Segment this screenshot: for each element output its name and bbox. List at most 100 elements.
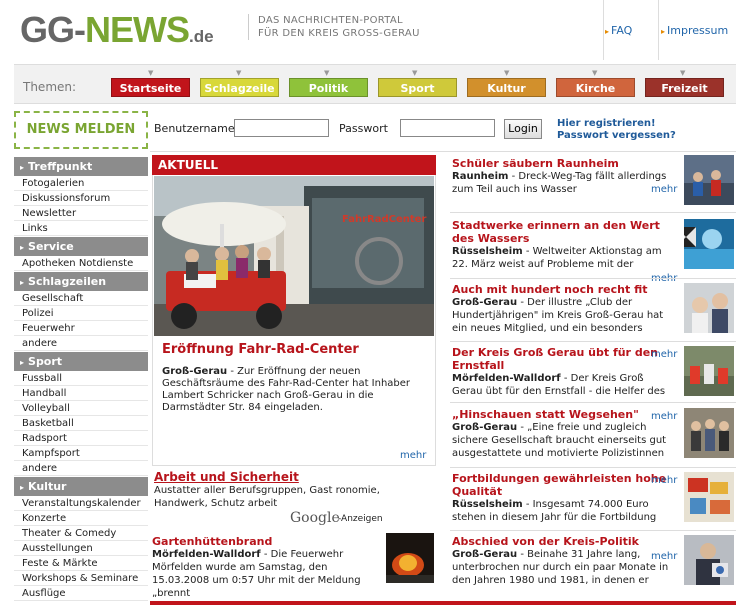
login-button[interactable]: Login	[504, 119, 542, 139]
sidebar-item[interactable]: Basketball	[14, 416, 148, 431]
impressum-link[interactable]: Impressum	[661, 24, 728, 37]
aktuell-photo[interactable]: FahrRadCenter	[154, 176, 434, 336]
themes-label: Themen:	[23, 80, 77, 94]
tab-marker-icon: ▼	[412, 69, 418, 77]
news-title[interactable]: Stadtwerke erinnern an den Wert des Wass…	[452, 219, 674, 245]
ad-title[interactable]: Arbeit und Sicherheit	[154, 470, 299, 484]
aktuell-title[interactable]: Eröffnung Fahr-Rad-Center	[162, 342, 359, 357]
logo-news: NEWS	[85, 9, 190, 50]
sidebar-item[interactable]: Gesellschaft	[14, 291, 148, 306]
tab-schlagzeile[interactable]: Schlagzeile	[200, 78, 279, 97]
site-logo[interactable]: GG-NEWS.de	[20, 10, 214, 57]
sidebar-item[interactable]: Fussball	[14, 371, 148, 386]
garten-text: Mörfelden-Walldorf - Die Feuerwehr Mörfe…	[152, 548, 382, 600]
tab-marker-icon: ▼	[236, 69, 242, 77]
news-thumbnail[interactable]	[684, 408, 734, 458]
news-thumbnail[interactable]	[684, 155, 734, 205]
news-thumbnail[interactable]	[684, 219, 734, 269]
news-mehr-link[interactable]: mehr	[651, 475, 677, 486]
sidebar-item[interactable]: Theater & Comedy	[14, 526, 148, 541]
header-divider	[603, 0, 604, 60]
aktuell-mehr-link[interactable]: mehr	[400, 450, 426, 461]
divider	[450, 467, 736, 468]
news-place: Raunheim	[452, 171, 509, 182]
bottom-bar	[150, 601, 736, 605]
sidebar-item[interactable]: Workshops & Seminare	[14, 571, 148, 586]
username-input[interactable]	[234, 119, 329, 137]
news-text: Raunheim - Dreck-Weg-Tag fällt allerding…	[452, 170, 672, 196]
ad-text[interactable]: Austatter aller Berufsgruppen, Gast rono…	[154, 484, 434, 510]
username-label: Benutzername	[154, 122, 235, 135]
sidebar-item[interactable]: Handball	[14, 386, 148, 401]
sidebar-category-service[interactable]: Service	[14, 237, 148, 256]
sidebar-item[interactable]: Feste & Märkte	[14, 556, 148, 571]
google-ads-label: -Anzeigen	[338, 514, 383, 524]
tab-marker-icon: ▼	[148, 69, 154, 77]
sidebar-item[interactable]: Newsletter	[14, 206, 148, 221]
divider	[450, 278, 736, 279]
tab-kultur[interactable]: Kultur	[467, 78, 546, 97]
news-thumbnail[interactable]	[684, 472, 734, 522]
sidebar-item[interactable]: Ausstellungen	[14, 541, 148, 556]
sidebar-item[interactable]: Ausflüge	[14, 586, 148, 601]
sidebar-item[interactable]: Radsport	[14, 431, 148, 446]
news-thumbnail[interactable]	[684, 535, 734, 585]
news-place: Groß-Gerau	[452, 297, 518, 308]
faq-link[interactable]: FAQ	[605, 24, 632, 37]
sidebar: Treffpunkt Fotogalerien Diskussionsforum…	[14, 156, 148, 601]
news-mehr-link[interactable]: mehr	[651, 349, 677, 360]
sidebar-category-schlagzeilen[interactable]: Schlagzeilen	[14, 272, 148, 291]
sidebar-category-kultur[interactable]: Kultur	[14, 477, 148, 496]
sidebar-item[interactable]: Kampfsport	[14, 446, 148, 461]
shop-sign: FahrRadCenter	[342, 214, 426, 225]
news-title[interactable]: „Hinschauen statt Wegsehen"	[452, 408, 674, 421]
tab-kirche[interactable]: Kirche	[556, 78, 635, 97]
aktuell-place: Groß-Gerau	[162, 366, 228, 377]
news-mehr-link[interactable]: mehr	[651, 551, 677, 562]
news-place: Rüsselsheim	[452, 499, 523, 510]
garten-title[interactable]: Gartenhüttenbrand	[152, 535, 272, 548]
news-title[interactable]: Schüler säubern Raunheim	[452, 157, 674, 170]
aktuell-text: Groß-Gerau - Zur Eröffnung der neuen Ges…	[162, 366, 430, 414]
divider	[450, 530, 736, 531]
news-title[interactable]: Der Kreis Groß Gerau übt für den Ernstfa…	[452, 346, 674, 372]
sidebar-item[interactable]: Apotheken Notdienste	[14, 256, 148, 271]
register-link[interactable]: Hier registrieren!	[557, 118, 656, 129]
sidebar-item[interactable]: Konzerte	[14, 511, 148, 526]
sidebar-item[interactable]: Fotogalerien	[14, 176, 148, 191]
sidebar-item[interactable]: Polizei	[14, 306, 148, 321]
sidebar-item[interactable]: Veranstaltungskalender	[14, 496, 148, 511]
news-place: Groß-Gerau	[452, 422, 518, 433]
news-thumbnail[interactable]	[684, 283, 734, 333]
news-title[interactable]: Abschied von der Kreis-Politik	[452, 535, 674, 548]
news-mehr-link[interactable]: mehr	[651, 411, 677, 422]
password-input[interactable]	[400, 119, 495, 137]
google-logo[interactable]: Google	[290, 510, 340, 526]
logo-de: .de	[189, 27, 214, 46]
sidebar-item[interactable]: Feuerwehr	[14, 321, 148, 336]
forgot-password-link[interactable]: Passwort vergessen?	[557, 130, 676, 141]
sidebar-item[interactable]: Volleyball	[14, 401, 148, 416]
divider	[450, 212, 736, 213]
tab-sport[interactable]: Sport	[378, 78, 457, 97]
news-title[interactable]: Fortbildungen gewährleisten hohe Qualitä…	[452, 472, 674, 498]
sidebar-item[interactable]: Diskussionsforum	[14, 191, 148, 206]
divider	[450, 402, 736, 403]
sidebar-category-sport[interactable]: Sport	[14, 352, 148, 371]
news-title[interactable]: Auch mit hundert noch recht fit	[452, 283, 674, 296]
news-thumbnail[interactable]	[684, 346, 734, 396]
sidebar-item[interactable]: andere	[14, 336, 148, 351]
news-place: Groß-Gerau	[452, 549, 518, 560]
tab-startseite[interactable]: Startseite	[111, 78, 190, 97]
news-melden-button[interactable]: NEWS MELDEN	[14, 111, 148, 149]
garten-place: Mörfelden-Walldorf	[152, 549, 261, 560]
tab-politik[interactable]: Politik	[289, 78, 368, 97]
tab-freizeit[interactable]: Freizeit	[645, 78, 724, 97]
news-place: Mörfelden-Walldorf	[452, 373, 561, 384]
sidebar-category-treffpunkt[interactable]: Treffpunkt	[14, 157, 148, 176]
sidebar-item[interactable]: Links	[14, 221, 148, 236]
news-mehr-link[interactable]: mehr	[651, 184, 677, 195]
garten-photo[interactable]	[386, 533, 434, 583]
sidebar-item[interactable]: andere	[14, 461, 148, 476]
tagline-line-1: DAS NACHRICHTEN-PORTAL	[258, 15, 403, 26]
